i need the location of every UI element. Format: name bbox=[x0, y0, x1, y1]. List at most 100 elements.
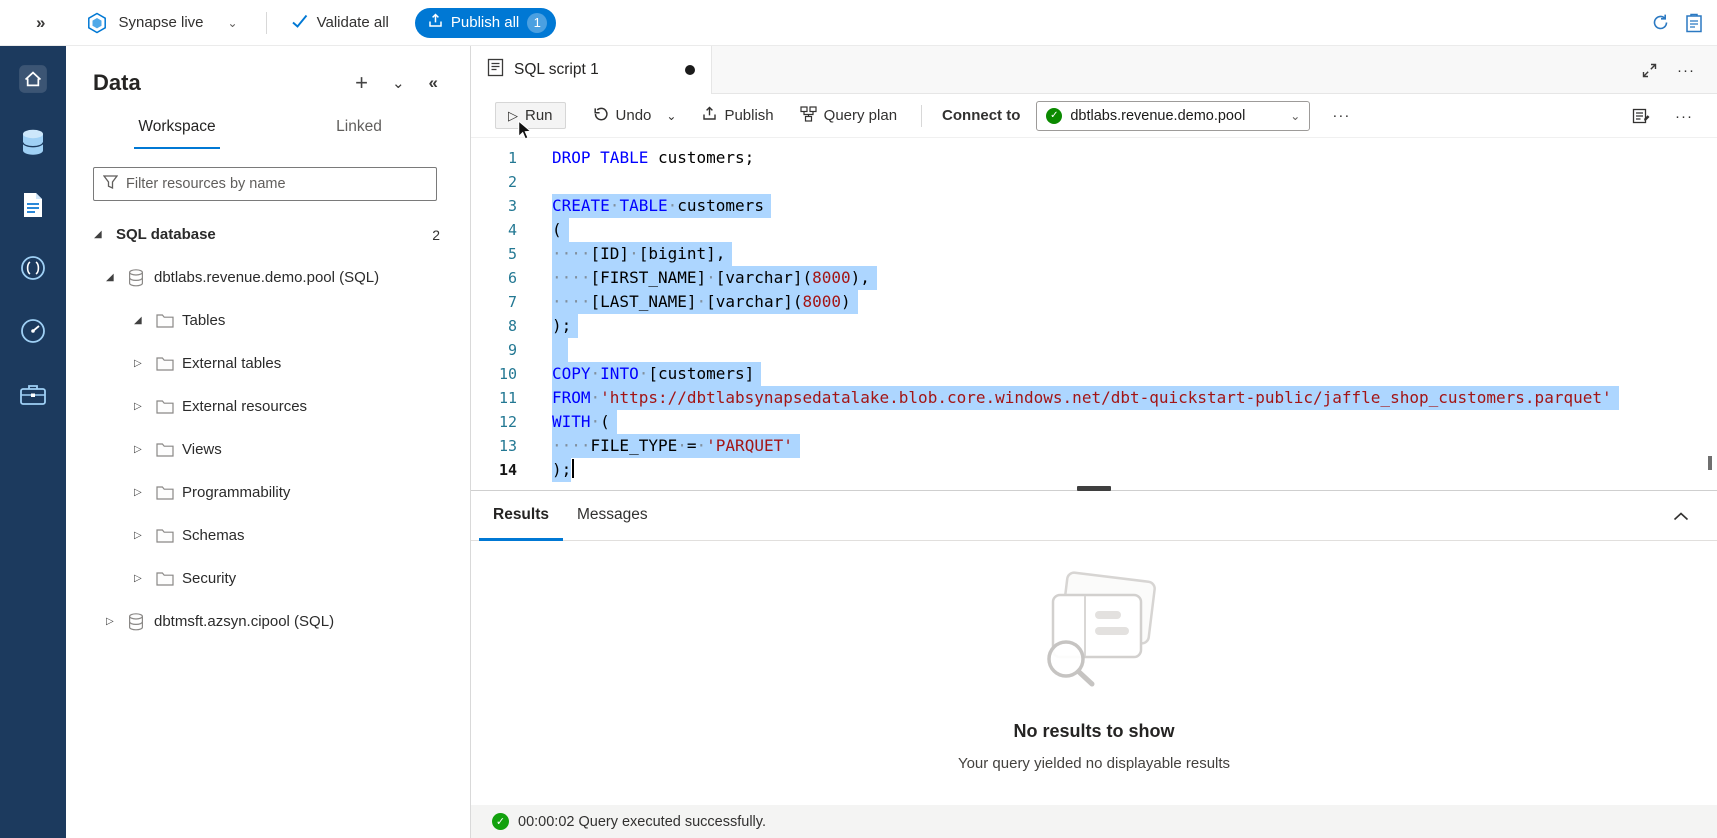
run-button[interactable]: ▷ Run bbox=[495, 102, 566, 129]
line-number: 9 bbox=[471, 338, 517, 362]
data-panel: Data + ⌄ « Workspace Linked ◢SQL databas… bbox=[66, 46, 471, 838]
code-lines: 1DROP TABLE customers;23CREATE·TABLE·cus… bbox=[471, 146, 1717, 482]
collapsed-twisty-icon[interactable]: ▷ bbox=[134, 487, 156, 498]
pool-selector[interactable]: ✓ dbtlabs.revenue.demo.pool ⌄ bbox=[1036, 101, 1310, 131]
line-number: 8 bbox=[471, 314, 517, 338]
code-editor[interactable]: 1DROP TABLE customers;23CREATE·TABLE·cus… bbox=[471, 138, 1717, 490]
resource-tree: ◢SQL database2◢dbtlabs.revenue.demo.pool… bbox=[66, 213, 470, 643]
line-number: 14 bbox=[471, 458, 517, 482]
unsaved-indicator bbox=[685, 65, 695, 75]
publish-count-badge: 1 bbox=[527, 13, 547, 33]
undo-button[interactable]: Undo bbox=[592, 106, 652, 126]
results-panel: Results Messages No results to show Your… bbox=[471, 490, 1717, 838]
expanded-twisty-icon[interactable]: ◢ bbox=[106, 272, 128, 283]
code-line[interactable]: 8); bbox=[471, 314, 1717, 338]
sidebar-item-manage[interactable] bbox=[0, 365, 66, 428]
status-message: 00:00:02 Query executed successfully. bbox=[518, 814, 766, 830]
query-plan-button[interactable]: Query plan bbox=[800, 106, 897, 126]
code-line[interactable]: 13····FILE_TYPE·=·'PARQUET' bbox=[471, 434, 1717, 458]
panel-resize-handle[interactable] bbox=[1077, 486, 1111, 491]
clipboard-icon[interactable] bbox=[1677, 13, 1711, 33]
validate-all-button[interactable]: Validate all bbox=[291, 13, 389, 33]
expanded-twisty-icon[interactable]: ◢ bbox=[134, 315, 156, 326]
code-line[interactable]: 6····[FIRST_NAME]·[varchar](8000), bbox=[471, 266, 1717, 290]
tab-more-icon[interactable]: ··· bbox=[1677, 46, 1695, 94]
mode-selector[interactable]: Synapse live bbox=[118, 14, 203, 31]
pool-chevron-icon: ⌄ bbox=[1290, 109, 1300, 123]
tree-item-external-resources[interactable]: ▷External resources bbox=[66, 385, 470, 428]
data-panel-tabs: Workspace Linked bbox=[66, 118, 470, 149]
main-area: SQL script 1 ··· ▷ Run Undo ⌄ Publish Qu… bbox=[471, 46, 1717, 838]
tree-item-dbtlabs-revenue-demo-pool-sql[interactable]: ◢dbtlabs.revenue.demo.pool (SQL) bbox=[66, 256, 470, 299]
undo-dropdown-icon[interactable]: ⌄ bbox=[666, 109, 676, 123]
tab-results[interactable]: Results bbox=[479, 491, 563, 541]
tab-workspace[interactable]: Workspace bbox=[86, 118, 268, 149]
code-line[interactable]: 5····[ID]·[bigint], bbox=[471, 242, 1717, 266]
collapsed-twisty-icon[interactable]: ▷ bbox=[106, 616, 128, 627]
expand-editor-icon[interactable] bbox=[1642, 46, 1657, 94]
tree-item-external-tables[interactable]: ▷External tables bbox=[66, 342, 470, 385]
gauge-icon bbox=[19, 317, 47, 350]
tree-item-views[interactable]: ▷Views bbox=[66, 428, 470, 471]
tab-sql-script-1[interactable]: SQL script 1 bbox=[471, 46, 712, 94]
code-line[interactable]: 2 bbox=[471, 170, 1717, 194]
collapsed-twisty-icon[interactable]: ▷ bbox=[134, 573, 156, 584]
expand-menu-icon[interactable]: » bbox=[36, 13, 44, 33]
code-line[interactable]: 11FROM·'https://dbtlabsynapsedatalake.bl… bbox=[471, 386, 1717, 410]
line-number: 7 bbox=[471, 290, 517, 314]
connected-check-icon: ✓ bbox=[1046, 108, 1062, 124]
panel-title: Data bbox=[93, 70, 331, 96]
sidebar-item-data[interactable] bbox=[0, 113, 66, 176]
sidebar-item-integrate[interactable] bbox=[0, 239, 66, 302]
publish-button[interactable]: Publish bbox=[702, 106, 773, 125]
collapse-all-icon[interactable]: ⌄ bbox=[392, 74, 405, 92]
tab-messages[interactable]: Messages bbox=[563, 491, 662, 541]
folder-icon bbox=[156, 442, 182, 457]
tree-item-dbtmsft-azsyn-cipool-sql[interactable]: ▷dbtmsft.azsyn.cipool (SQL) bbox=[66, 600, 470, 643]
filter-box bbox=[93, 167, 437, 201]
tree-item-schemas[interactable]: ▷Schemas bbox=[66, 514, 470, 557]
mode-chevron-icon[interactable]: ⌄ bbox=[228, 16, 238, 30]
document-icon bbox=[21, 191, 45, 224]
sidebar-item-develop[interactable] bbox=[0, 176, 66, 239]
code-line[interactable]: 14); bbox=[471, 458, 1717, 482]
query-plan-icon bbox=[800, 106, 817, 126]
folder-icon bbox=[156, 528, 182, 543]
collapsed-twisty-icon[interactable]: ▷ bbox=[134, 530, 156, 541]
publish-all-button[interactable]: Publish all 1 bbox=[415, 8, 556, 38]
sidebar-item-home[interactable] bbox=[0, 50, 66, 113]
script-icon bbox=[487, 58, 504, 82]
synapse-logo-icon bbox=[86, 12, 108, 34]
collapse-results-icon[interactable] bbox=[1673, 491, 1689, 541]
tab-title: SQL script 1 bbox=[514, 61, 675, 79]
toolbar-more-icon[interactable]: ··· bbox=[1332, 107, 1350, 124]
tree-item-sql-database[interactable]: ◢SQL database2 bbox=[66, 213, 470, 256]
tab-linked[interactable]: Linked bbox=[268, 118, 450, 149]
filter-input[interactable] bbox=[126, 176, 427, 192]
add-resource-icon[interactable]: + bbox=[355, 70, 368, 96]
line-number: 6 bbox=[471, 266, 517, 290]
collapsed-twisty-icon[interactable]: ▷ bbox=[134, 401, 156, 412]
line-number: 1 bbox=[471, 146, 517, 170]
code-line[interactable]: 7····[LAST_NAME]·[varchar](8000) bbox=[471, 290, 1717, 314]
code-line[interactable]: 12WITH·( bbox=[471, 410, 1717, 434]
collapsed-twisty-icon[interactable]: ▷ bbox=[134, 444, 156, 455]
refresh-icon[interactable] bbox=[1643, 13, 1677, 32]
folder-icon bbox=[156, 313, 182, 328]
divider bbox=[921, 105, 922, 127]
tree-item-programmability[interactable]: ▷Programmability bbox=[66, 471, 470, 514]
tree-item-tables[interactable]: ◢Tables bbox=[66, 299, 470, 342]
collapse-panel-icon[interactable]: « bbox=[429, 73, 437, 93]
collapsed-twisty-icon[interactable]: ▷ bbox=[134, 358, 156, 369]
code-line[interactable]: 9 bbox=[471, 338, 1717, 362]
expanded-twisty-icon[interactable]: ◢ bbox=[94, 229, 116, 240]
line-number: 13 bbox=[471, 434, 517, 458]
code-line[interactable]: 10COPY·INTO·[customers] bbox=[471, 362, 1717, 386]
toolbar-right-more-icon[interactable]: ··· bbox=[1675, 108, 1693, 125]
code-line[interactable]: 1DROP TABLE customers; bbox=[471, 146, 1717, 170]
properties-icon[interactable] bbox=[1632, 108, 1651, 124]
code-line[interactable]: 3CREATE·TABLE·customers bbox=[471, 194, 1717, 218]
tree-item-security[interactable]: ▷Security bbox=[66, 557, 470, 600]
sidebar-item-monitor[interactable] bbox=[0, 302, 66, 365]
code-line[interactable]: 4( bbox=[471, 218, 1717, 242]
